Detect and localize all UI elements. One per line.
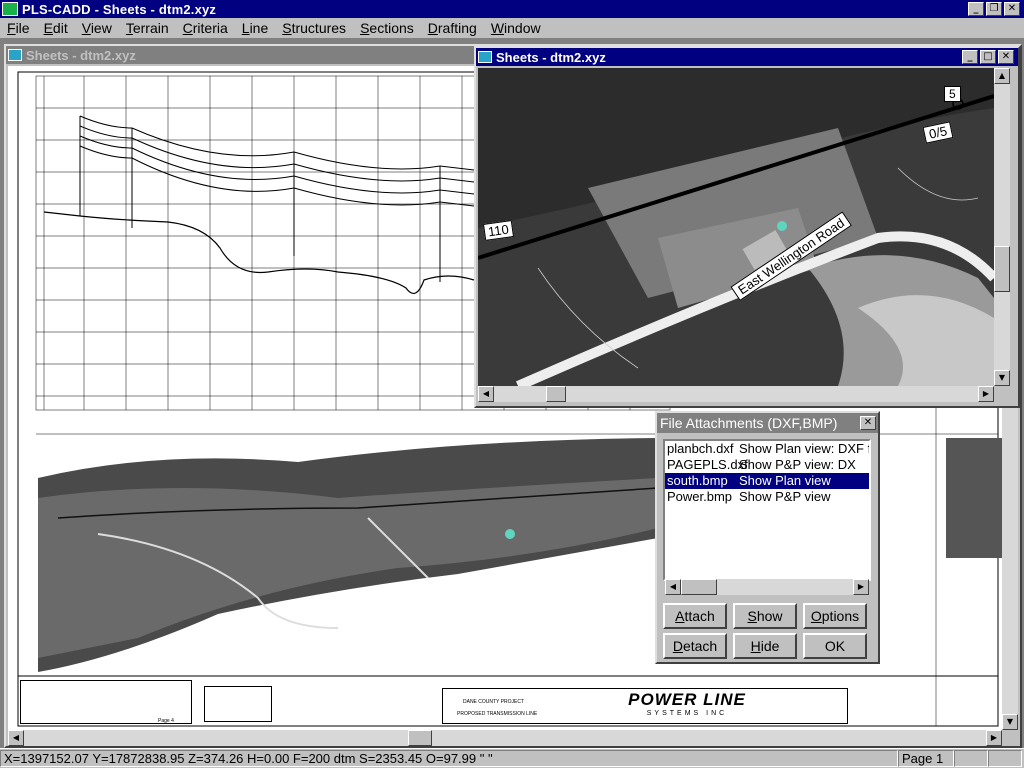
attach-button[interactable]: Attach bbox=[663, 603, 727, 629]
close-icon[interactable]: ✕ bbox=[998, 50, 1014, 64]
status-coordinates: X=1397152.07 Y=17872838.95 Z=374.26 H=0.… bbox=[0, 750, 898, 767]
project-name: DANE COUNTY PROJECT bbox=[463, 699, 525, 705]
detach-button[interactable]: Detach bbox=[663, 633, 727, 659]
dialog-title: File Attachments (DXF,BMP) bbox=[660, 415, 838, 431]
company-logo: POWER LINE SYSTEMS INC bbox=[607, 691, 767, 723]
status-bar: X=1397152.07 Y=17872838.95 Z=374.26 H=0.… bbox=[0, 748, 1024, 768]
app-icon[interactable] bbox=[2, 2, 18, 16]
maximize-icon[interactable]: □ bbox=[980, 50, 996, 64]
menu-view[interactable]: View bbox=[75, 18, 119, 38]
plan-view-drawing bbox=[478, 68, 994, 386]
minimize-icon[interactable]: _ bbox=[968, 2, 984, 16]
title-block-project: DANE COUNTY PROJECT PROPOSED TRANSMISSIO… bbox=[442, 688, 848, 724]
attachments-list-hscroll[interactable]: ◀ ▶ bbox=[665, 579, 869, 595]
scroll-thumb[interactable] bbox=[994, 246, 1010, 292]
sheet-icon bbox=[478, 51, 492, 63]
scroll-down-icon[interactable]: ▼ bbox=[1002, 714, 1018, 730]
menu-window[interactable]: Window bbox=[484, 18, 548, 38]
title-block-middle bbox=[204, 686, 272, 722]
scroll-left-icon[interactable]: ◀ bbox=[665, 579, 681, 595]
hide-button[interactable]: Hide bbox=[733, 633, 797, 659]
menu-criteria[interactable]: Criteria bbox=[176, 18, 235, 38]
structure-label-5: 5 bbox=[944, 86, 961, 102]
show-button[interactable]: Show bbox=[733, 603, 797, 629]
menu-edit[interactable]: Edit bbox=[37, 18, 75, 38]
restore-icon[interactable]: ❐ bbox=[986, 2, 1002, 16]
attachments-list[interactable]: planbch.dxf Show Plan view: DXF f PAGEPLS.… bbox=[663, 439, 871, 581]
scroll-right-icon[interactable]: ▶ bbox=[978, 386, 994, 402]
scroll-thumb[interactable] bbox=[408, 730, 432, 746]
minimize-icon[interactable]: _ bbox=[962, 50, 978, 64]
app-title-bar[interactable]: PLS-CADD - Sheets - dtm2.xyz _ ❐ ✕ bbox=[0, 0, 1024, 18]
list-item[interactable]: Power.bmp Show P&P view bbox=[665, 489, 869, 505]
menu-bar: File Edit View Terrain Criteria Line Structure… bbox=[0, 18, 1024, 38]
menu-sections[interactable]: Sections bbox=[353, 18, 421, 38]
sheets-window-front-title: Sheets - dtm2.xyz bbox=[496, 49, 606, 65]
scroll-left-icon[interactable]: ◀ bbox=[8, 730, 24, 746]
menu-terrain[interactable]: Terrain bbox=[119, 18, 176, 38]
attachment-action: Show P&P view: DX bbox=[739, 457, 856, 472]
ok-button[interactable]: OK bbox=[803, 633, 867, 659]
plan-view-hscroll[interactable]: ◀ ▶ bbox=[478, 386, 994, 402]
scroll-up-icon[interactable]: ▲ bbox=[994, 68, 1010, 84]
plan-view-vscroll[interactable]: ▲ ▼ bbox=[994, 68, 1010, 386]
logo-bottom: SYSTEMS INC bbox=[646, 710, 728, 717]
scroll-thumb[interactable] bbox=[546, 386, 566, 402]
sheets-window-front-caption[interactable]: Sheets - dtm2.xyz _ □ ✕ bbox=[476, 48, 1018, 66]
attachment-file: Power.bmp bbox=[667, 489, 733, 504]
sheets-window-front[interactable]: Sheets - dtm2.xyz _ □ ✕ 110 5 0/5 East W… bbox=[474, 46, 1020, 408]
dialog-caption[interactable]: File Attachments (DXF,BMP) ✕ bbox=[657, 413, 878, 433]
attachment-action: Show Plan view bbox=[739, 473, 831, 488]
sheets-back-hscroll[interactable]: ◀ ▶ bbox=[8, 730, 1002, 746]
status-empty-1 bbox=[954, 750, 988, 767]
menu-structures[interactable]: Structures bbox=[275, 18, 353, 38]
page-label: Page 4 bbox=[158, 718, 174, 724]
menu-file[interactable]: File bbox=[0, 18, 37, 38]
plan-aerial-strip bbox=[38, 438, 658, 672]
status-empty-2 bbox=[988, 750, 1022, 767]
options-button[interactable]: Options bbox=[803, 603, 867, 629]
plan-aerial-right bbox=[946, 438, 1002, 558]
close-icon[interactable]: ✕ bbox=[1004, 2, 1020, 16]
close-icon[interactable]: ✕ bbox=[860, 416, 876, 430]
menu-line[interactable]: Line bbox=[235, 18, 275, 38]
sheet-icon bbox=[8, 49, 22, 61]
plan-view-aerial[interactable]: 110 5 0/5 East Wellington Road bbox=[478, 68, 994, 386]
attachment-action: Show P&P view bbox=[739, 489, 831, 504]
scroll-left-icon[interactable]: ◀ bbox=[478, 386, 494, 402]
attachment-file: planbch.dxf bbox=[667, 441, 734, 456]
scroll-right-icon[interactable]: ▶ bbox=[853, 579, 869, 595]
attachment-action: Show Plan view: DXF f bbox=[739, 441, 871, 456]
list-item[interactable]: PAGEPLS.dxfShow P&P view: DX bbox=[665, 457, 869, 473]
list-item[interactable]: south.bmp Show Plan view bbox=[665, 473, 869, 489]
scroll-right-icon[interactable]: ▶ bbox=[986, 730, 1002, 746]
project-subject: PROPOSED TRANSMISSION LINE bbox=[457, 711, 538, 717]
scroll-down-icon[interactable]: ▼ bbox=[994, 370, 1010, 386]
menu-drafting[interactable]: Drafting bbox=[421, 18, 484, 38]
scroll-thumb[interactable] bbox=[681, 579, 717, 595]
file-attachments-dialog[interactable]: File Attachments (DXF,BMP) ✕ planbch.dxf… bbox=[655, 411, 880, 664]
attachment-file: PAGEPLS.dxf bbox=[667, 457, 748, 472]
attachment-file: south.bmp bbox=[667, 473, 728, 488]
logo-top: POWER LINE bbox=[628, 690, 746, 709]
app-title: PLS-CADD - Sheets - dtm2.xyz bbox=[22, 1, 217, 17]
list-item[interactable]: planbch.dxf Show Plan view: DXF f bbox=[665, 441, 869, 457]
status-page: Page 1 bbox=[898, 750, 954, 767]
